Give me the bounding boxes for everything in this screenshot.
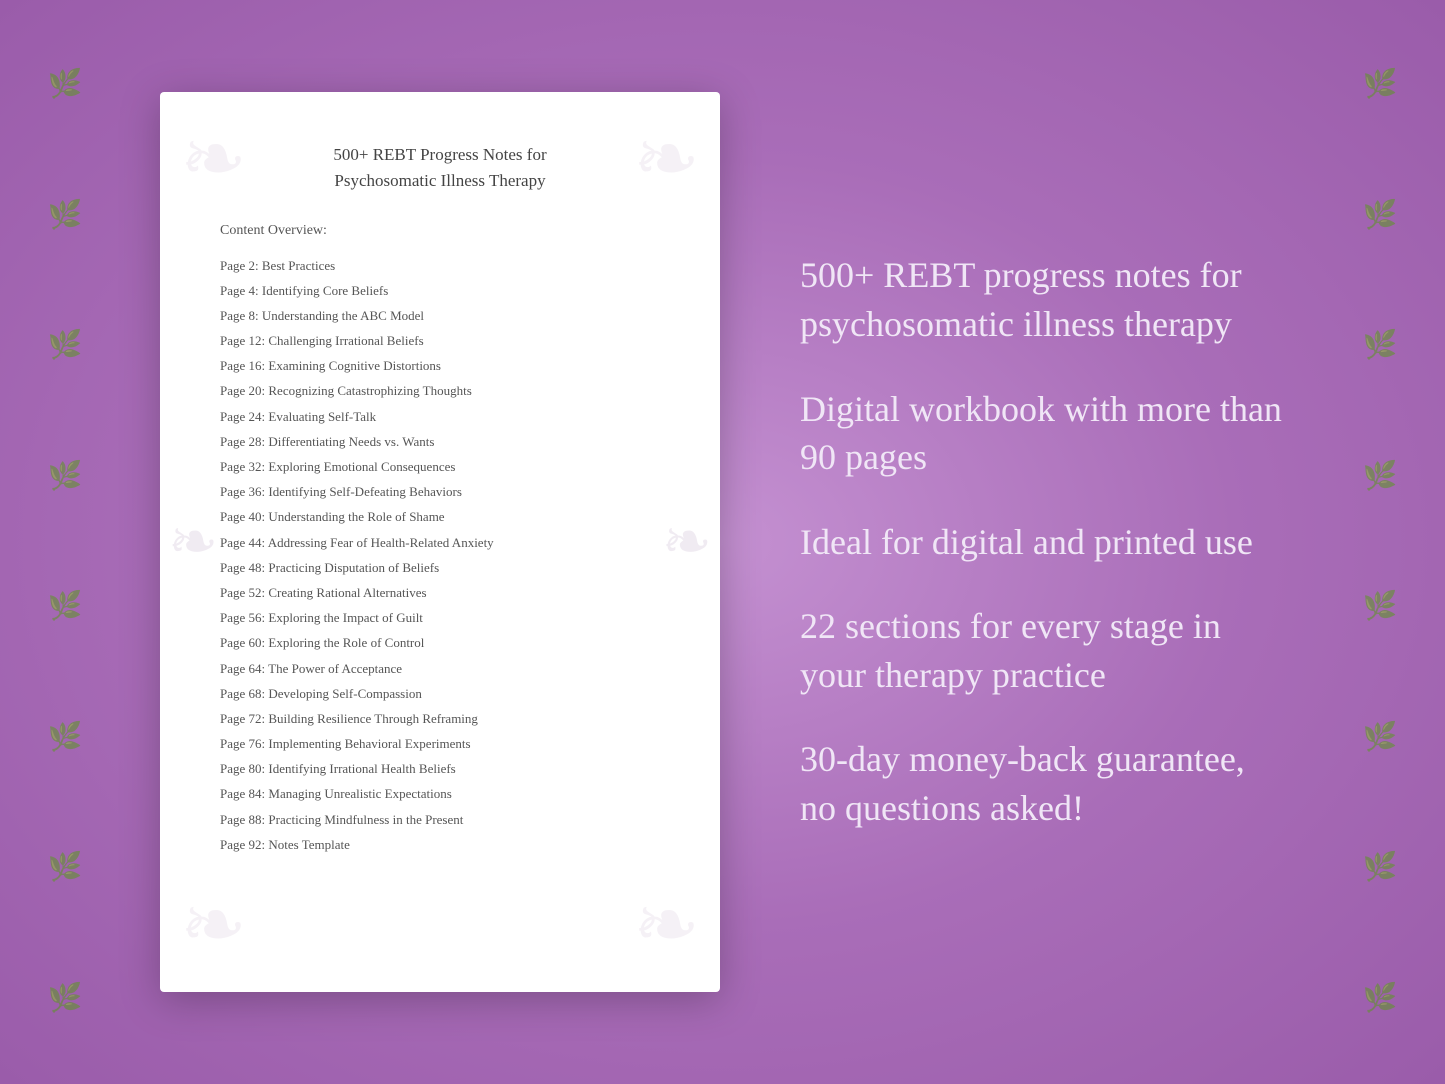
- toc-entry: Page 24: Evaluating Self-Talk: [220, 404, 660, 429]
- toc-title: Implementing Behavioral Experiments: [268, 736, 470, 751]
- toc-entry: Page 64: The Power of Acceptance: [220, 656, 660, 681]
- toc-title: Understanding the ABC Model: [262, 308, 424, 323]
- toc-entry: Page 52: Creating Rational Alternatives: [220, 580, 660, 605]
- toc-page-number: Page 4:: [220, 283, 259, 298]
- toc-title: Best Practices: [262, 258, 335, 273]
- toc-page-number: Page 64:: [220, 661, 265, 676]
- toc-entry: Page 88: Practicing Mindfulness in the P…: [220, 807, 660, 832]
- toc-entry: Page 2: Best Practices: [220, 253, 660, 278]
- toc-entry: Page 28: Differentiating Needs vs. Wants: [220, 429, 660, 454]
- toc-title: Recognizing Catastrophizing Thoughts: [268, 383, 471, 398]
- toc-title: Identifying Self-Defeating Behaviors: [268, 484, 462, 499]
- toc-title: Examining Cognitive Distortions: [268, 358, 441, 373]
- toc-page-number: Page 84:: [220, 786, 265, 801]
- document-preview: ❧ ❧ ❧ ❧ ❧ ❧ 500+ REBT Progress Notes for…: [160, 92, 720, 992]
- toc-title: Identifying Irrational Health Beliefs: [268, 761, 455, 776]
- toc-entry: Page 36: Identifying Self-Defeating Beha…: [220, 480, 660, 505]
- toc-entry: Page 12: Challenging Irrational Beliefs: [220, 329, 660, 354]
- toc-page-number: Page 80:: [220, 761, 265, 776]
- toc-entry: Page 72: Building Resilience Through Ref…: [220, 706, 660, 731]
- toc-page-number: Page 32:: [220, 459, 265, 474]
- toc-title: Managing Unrealistic Expectations: [268, 786, 451, 801]
- toc-entry: Page 48: Practicing Disputation of Belie…: [220, 555, 660, 580]
- toc-page-number: Page 28:: [220, 434, 265, 449]
- toc-title: Exploring Emotional Consequences: [268, 459, 455, 474]
- watermark-top-right: ❧: [633, 112, 700, 206]
- toc-title: Practicing Mindfulness in the Present: [268, 812, 463, 827]
- toc-page-number: Page 56:: [220, 610, 265, 625]
- toc-page-number: Page 44:: [220, 535, 265, 550]
- toc-title: Creating Rational Alternatives: [268, 585, 426, 600]
- document-title: 500+ REBT Progress Notes for Psychosomat…: [220, 142, 660, 193]
- toc-title: The Power of Acceptance: [268, 661, 402, 676]
- toc-title: Practicing Disputation of Beliefs: [268, 560, 439, 575]
- toc-entry: Page 4: Identifying Core Beliefs: [220, 278, 660, 303]
- table-of-contents: Page 2: Best PracticesPage 4: Identifyin…: [220, 253, 660, 858]
- toc-page-number: Page 16:: [220, 358, 265, 373]
- toc-page-number: Page 52:: [220, 585, 265, 600]
- watermark-top-left: ❧: [180, 112, 247, 206]
- toc-entry: Page 56: Exploring the Impact of Guilt: [220, 606, 660, 631]
- toc-page-number: Page 48:: [220, 560, 265, 575]
- toc-entry: Page 40: Understanding the Role of Shame: [220, 505, 660, 530]
- toc-page-number: Page 92:: [220, 837, 265, 852]
- toc-title: Challenging Irrational Beliefs: [268, 333, 423, 348]
- toc-title: Identifying Core Beliefs: [262, 283, 388, 298]
- side-ornament-right: ❧: [662, 507, 712, 577]
- info-item: Digital workbook with more than 90 pages: [800, 385, 1285, 482]
- toc-title: Developing Self-Compassion: [268, 686, 421, 701]
- toc-title: Building Resilience Through Reframing: [268, 711, 478, 726]
- info-item: 500+ REBT progress notes for psychosomat…: [800, 251, 1285, 348]
- toc-title: Notes Template: [268, 837, 350, 852]
- info-item: 22 sections for every stage in your ther…: [800, 602, 1285, 699]
- toc-page-number: Page 20:: [220, 383, 265, 398]
- watermark-bottom-right: ❧: [633, 878, 700, 972]
- toc-title: Evaluating Self-Talk: [268, 409, 376, 424]
- toc-page-number: Page 68:: [220, 686, 265, 701]
- toc-page-number: Page 24:: [220, 409, 265, 424]
- info-panel: 500+ REBT progress notes for psychosomat…: [780, 251, 1285, 832]
- toc-entry: Page 84: Managing Unrealistic Expectatio…: [220, 782, 660, 807]
- toc-page-number: Page 60:: [220, 635, 265, 650]
- toc-title: Exploring the Role of Control: [268, 635, 424, 650]
- toc-page-number: Page 72:: [220, 711, 265, 726]
- toc-entry: Page 16: Examining Cognitive Distortions: [220, 354, 660, 379]
- toc-page-number: Page 12:: [220, 333, 265, 348]
- watermark-bottom-left: ❧: [180, 878, 247, 972]
- toc-entry: Page 32: Exploring Emotional Consequence…: [220, 455, 660, 480]
- toc-title: Exploring the Impact of Guilt: [268, 610, 423, 625]
- content-wrapper: ❧ ❧ ❧ ❧ ❧ ❧ 500+ REBT Progress Notes for…: [0, 52, 1445, 1032]
- side-ornament-left: ❧: [168, 507, 218, 577]
- toc-entry: Page 80: Identifying Irrational Health B…: [220, 757, 660, 782]
- toc-page-number: Page 88:: [220, 812, 265, 827]
- toc-title: Addressing Fear of Health-Related Anxiet…: [268, 535, 494, 550]
- toc-entry: Page 44: Addressing Fear of Health-Relat…: [220, 530, 660, 555]
- section-label: Content Overview:: [220, 223, 660, 239]
- toc-title: Differentiating Needs vs. Wants: [268, 434, 434, 449]
- toc-page-number: Page 36:: [220, 484, 265, 499]
- toc-page-number: Page 40:: [220, 509, 265, 524]
- toc-entry: Page 8: Understanding the ABC Model: [220, 303, 660, 328]
- toc-page-number: Page 2:: [220, 258, 259, 273]
- info-item: Ideal for digital and printed use: [800, 518, 1285, 567]
- toc-page-number: Page 76:: [220, 736, 265, 751]
- toc-page-number: Page 8:: [220, 308, 259, 323]
- toc-entry: Page 68: Developing Self-Compassion: [220, 681, 660, 706]
- toc-entry: Page 20: Recognizing Catastrophizing Tho…: [220, 379, 660, 404]
- info-item: 30-day money-back guarantee, no question…: [800, 735, 1285, 832]
- toc-entry: Page 92: Notes Template: [220, 832, 660, 857]
- toc-entry: Page 60: Exploring the Role of Control: [220, 631, 660, 656]
- toc-entry: Page 76: Implementing Behavioral Experim…: [220, 732, 660, 757]
- toc-title: Understanding the Role of Shame: [268, 509, 444, 524]
